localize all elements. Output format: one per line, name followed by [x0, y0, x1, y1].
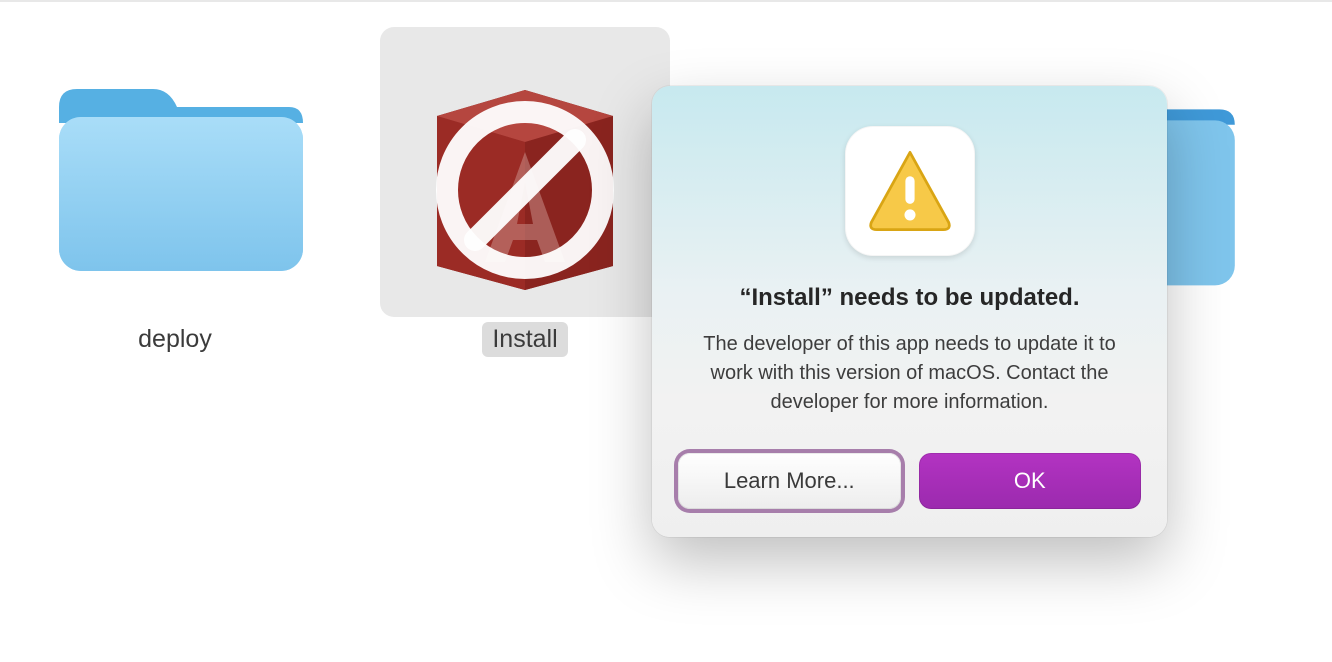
alert-dialog: “Install” needs to be updated. The devel… — [652, 86, 1167, 537]
app-icon — [380, 27, 670, 317]
app-install[interactable]: Install — [380, 27, 670, 357]
folder-deploy[interactable]: deploy — [30, 27, 320, 357]
learn-more-button[interactable]: Learn More... — [678, 453, 901, 509]
app-label: Install — [482, 322, 567, 357]
dialog-button-row: Learn More... OK — [678, 453, 1141, 509]
dialog-title: “Install” needs to be updated. — [739, 284, 1079, 312]
folder-icon — [30, 27, 320, 317]
folder-label: deploy — [128, 322, 222, 357]
warning-icon — [845, 126, 975, 256]
ok-button[interactable]: OK — [919, 453, 1142, 509]
dialog-body: The developer of this app needs to updat… — [678, 330, 1141, 417]
